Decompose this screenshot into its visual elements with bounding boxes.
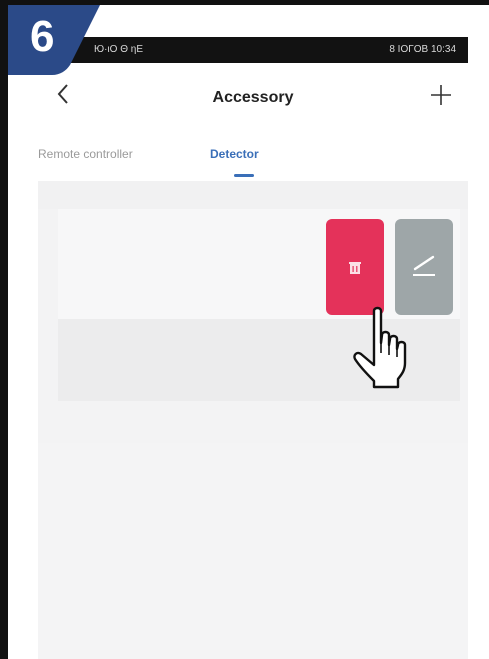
tutorial-frame: Ю·ιΟ Θ ηΕ 8 ΙΟΓΟΒ 10:34 Accessory Remote…: [0, 0, 489, 659]
status-bar: Ю·ιΟ Θ ηΕ 8 ΙΟΓΟΒ 10:34: [38, 37, 468, 63]
status-left-text: Ю·ιΟ Θ ηΕ: [94, 44, 143, 55]
step-badge: 6: [8, 5, 100, 75]
nav-bar: Accessory: [38, 63, 468, 137]
tab-active-indicator: [234, 174, 254, 177]
hand-pointer-icon: [352, 305, 416, 394]
plus-icon: [431, 85, 451, 105]
pencil-icon: [413, 255, 435, 276]
add-button[interactable]: [426, 77, 456, 113]
list-gap: [38, 181, 468, 209]
tab-remote-controller[interactable]: Remote controller: [38, 147, 133, 161]
edit-button[interactable]: [395, 219, 453, 315]
page-title: Accessory: [212, 89, 294, 106]
tab-detector[interactable]: Detector: [210, 147, 259, 161]
trash-icon: [349, 262, 361, 274]
status-right-text: 8 ΙΟΓΟΒ 10:34: [389, 44, 456, 55]
delete-button[interactable]: [326, 219, 384, 315]
tab-bar: Remote controller Detector: [38, 137, 468, 181]
empty-area: [38, 443, 468, 659]
step-number: 6: [30, 12, 55, 61]
frame-border-left: [0, 0, 8, 659]
phone-screen: Ю·ιΟ Θ ηΕ 8 ΙΟΓΟΒ 10:34 Accessory Remote…: [38, 37, 468, 659]
